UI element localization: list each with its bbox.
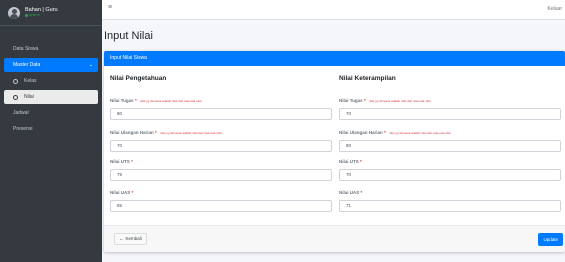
label-tugas-keterampilan: Nilai Tugas * nilai yg dimasuk adalah ni… (339, 98, 431, 103)
sidebar-item-kelas[interactable]: Kelas (4, 74, 98, 88)
logout-link[interactable]: Keluar (548, 6, 562, 12)
input-uts-pengetahuan[interactable]: 75 (110, 169, 332, 181)
field-hint: nilai yg dimasuk adalah nilai dari rata-… (389, 131, 451, 135)
input-tugas-keterampilan[interactable]: 70 (339, 108, 561, 120)
chevron-down-icon: ⌄ (88, 62, 93, 68)
field-label-text: Nilai UAS (110, 190, 131, 195)
circle-icon (13, 78, 18, 84)
sidebar-item-label: Data Siswa (13, 46, 39, 52)
sidebar-item-master-data[interactable]: Master Data ⌄ (4, 58, 98, 72)
label-uas-pengetahuan: Nilai UAS * (110, 190, 133, 195)
field-hint: nilai yg dimasuk adalah nilai dari rata-… (368, 99, 431, 103)
sidebar-item-label: Presensi (13, 126, 33, 132)
card-footer: ← Kembali Update (104, 225, 565, 252)
sidebar-item-label: Master Data (13, 62, 41, 68)
required-mark: * (131, 190, 134, 195)
user-status: online (25, 13, 58, 18)
arrow-left-icon: ← (119, 236, 124, 241)
field-label-text: Nilai Tugas (339, 98, 363, 103)
sidebar-item-label: Kelas (24, 78, 37, 84)
circle-icon (13, 94, 18, 100)
label-uts-keterampilan: Nilai UTS * (339, 159, 362, 164)
top-navbar: ≡ Keluar (102, 0, 565, 20)
sidebar-item-label: Jadwal (13, 110, 29, 116)
input-uts-keterampilan[interactable]: 70 (339, 169, 561, 181)
hamburger-menu-icon[interactable]: ≡ (108, 4, 112, 11)
section-title-pengetahuan: Nilai Pengetahuan (110, 75, 167, 82)
required-mark: * (131, 159, 133, 164)
label-ulangan-keterampilan: Nilai Ulangan Harian * nilai yg dimasuk … (339, 130, 451, 135)
input-uas-keterampilan[interactable]: 71 (339, 200, 561, 212)
page-title: Input Nilai (104, 30, 153, 42)
field-label-text: Nilai UAS (339, 190, 360, 195)
section-title-keterampilan: Nilai Keterampilan (339, 75, 396, 82)
user-status-text: online (29, 12, 40, 18)
required-mark: * (155, 130, 157, 135)
back-button[interactable]: ← Kembali (114, 233, 147, 245)
label-tugas-pengetahuan: Nilai Tugas * nilai yg dimasuk adalah ni… (110, 98, 202, 103)
sidebar-item-nilai[interactable]: Nilai (4, 90, 98, 104)
input-tugas-pengetahuan[interactable]: 80 (110, 108, 332, 120)
user-avatar-icon (8, 6, 20, 19)
update-button[interactable]: Update (538, 233, 563, 246)
input-ulangan-keterampilan[interactable]: 80 (339, 140, 561, 152)
card-header: Input Nilai Siswa (104, 51, 565, 66)
sidebar-item-jadwal[interactable]: Jadwal (4, 106, 98, 120)
required-mark: * (360, 159, 362, 164)
field-hint: nilai yg dimasuk adalah nilai dari rata-… (160, 131, 222, 135)
field-label-text: Nilai Ulangan Harian (110, 130, 154, 135)
label-uas-keterampilan: Nilai UAS * (339, 190, 362, 195)
field-label-text: Nilai Tugas (110, 98, 134, 103)
input-uas-pengetahuan[interactable]: 85 (110, 200, 332, 212)
back-button-label: Kembali (125, 236, 142, 241)
sidebar-item-data-siswa[interactable]: Data Siswa (4, 42, 98, 56)
sidebar-item-presensi[interactable]: Presensi (4, 122, 98, 136)
sidebar-nav: Data Siswa Master Data ⌄ Kelas Nilai Jad… (0, 26, 102, 136)
required-mark: * (134, 98, 137, 103)
required-mark: * (363, 98, 366, 103)
field-label-text: Nilai UTS (110, 159, 130, 164)
input-nilai-card: Input Nilai Siswa Nilai Pengetahuan Nila… (104, 51, 565, 252)
required-mark: * (384, 130, 386, 135)
required-mark: * (360, 190, 363, 195)
label-uts-pengetahuan: Nilai UTS * (110, 159, 133, 164)
label-ulangan-pengetahuan: Nilai Ulangan Harian * nilai yg dimasuk … (110, 130, 222, 135)
field-label-text: Nilai Ulangan Harian (339, 130, 383, 135)
online-dot-icon (25, 14, 28, 18)
field-label-text: Nilai UTS (339, 159, 359, 164)
input-ulangan-pengetahuan[interactable]: 70 (110, 140, 332, 152)
user-panel[interactable]: Bahan | Guru online (0, 0, 102, 26)
sidebar: Bahan | Guru online Data Siswa Master Da… (0, 0, 102, 262)
sidebar-item-label: Nilai (24, 94, 34, 100)
field-hint: nilai yg dimasuk adalah nilai dari rata-… (139, 99, 202, 103)
